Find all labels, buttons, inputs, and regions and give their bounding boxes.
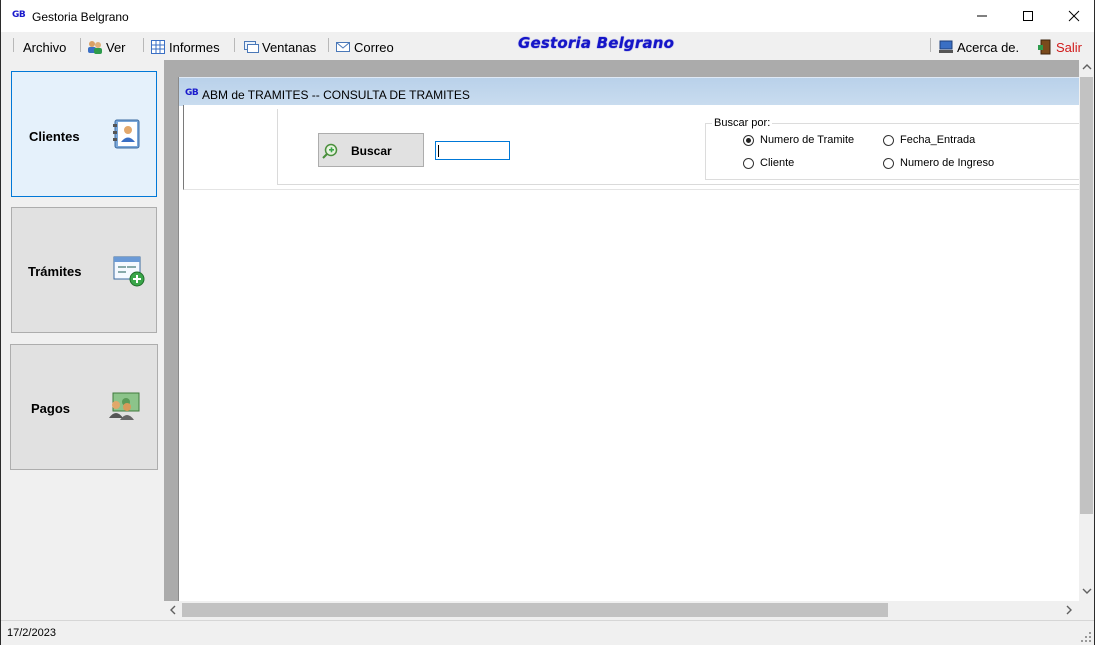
title-bar[interactable]: GB Gestoria Belgrano [1, 0, 1094, 32]
child-content: Buscar Buscar por: Numero de Tramite Fec… [183, 105, 1084, 604]
menu-archivo-label: Archivo [23, 39, 67, 55]
left-nav-panel: Clientes Trámites Pagos [1, 60, 164, 620]
address-book-icon [111, 118, 143, 153]
search-strip: Buscar Buscar por: Numero de Tramite Fec… [183, 105, 1084, 190]
child-window-title: ABM de TRAMITES -- CONSULTA DE TRAMITES [202, 88, 470, 102]
radio-checked-icon [743, 134, 754, 146]
form-add-icon [112, 254, 146, 291]
menu-separator [80, 38, 81, 52]
mdi-workspace: GB ABM de TRAMITES -- CONSULTA DE TRAMIT… [164, 60, 1094, 620]
vertical-scrollbar[interactable] [1079, 60, 1094, 605]
exit-door-icon [1037, 39, 1053, 55]
envelope-icon [335, 39, 351, 55]
radio-numero-tramite[interactable]: Numero de Tramite [743, 134, 854, 146]
search-input[interactable] [435, 141, 510, 160]
main-window: GB Gestoria Belgrano Archivo Ver Informe… [0, 0, 1095, 645]
nav-tramites-button[interactable]: Trámites [11, 207, 157, 333]
maximize-button[interactable] [1005, 0, 1051, 32]
menu-ver[interactable]: Ver [87, 38, 126, 56]
search-add-icon [321, 142, 339, 163]
menu-informes-label: Informes [169, 39, 220, 55]
close-button[interactable] [1051, 0, 1095, 32]
close-icon [1068, 10, 1080, 22]
buscar-button-label: Buscar [351, 144, 392, 158]
radio-fecha-entrada[interactable]: Fecha_Entrada [883, 134, 975, 146]
windows-icon [243, 39, 259, 55]
menu-separator [234, 38, 235, 52]
child-window-tramites: GB ABM de TRAMITES -- CONSULTA DE TRAMIT… [178, 77, 1084, 604]
window-title: Gestoria Belgrano [32, 10, 129, 24]
scroll-down-icon[interactable] [1082, 586, 1092, 599]
buscar-button[interactable]: Buscar [318, 133, 424, 167]
menu-acerca[interactable]: Acerca de. [938, 38, 1019, 56]
radio-unchecked-icon [883, 134, 894, 146]
nav-tramites-label: Trámites [28, 264, 82, 279]
menu-ventanas-label: Ventanas [262, 39, 317, 55]
menu-correo-label: Correo [354, 39, 394, 55]
brand-title: Gestoria Belgrano [518, 34, 675, 52]
scroll-left-icon[interactable] [168, 605, 178, 618]
radio-cliente[interactable]: Cliente [743, 157, 794, 169]
scroll-right-icon[interactable] [1064, 605, 1074, 618]
radio-cliente-label: Cliente [760, 157, 795, 169]
nav-clientes-button[interactable]: Clientes [11, 71, 157, 197]
child-logo-icon: GB [185, 88, 199, 98]
nav-pagos-button[interactable]: Pagos [10, 344, 158, 470]
maximize-icon [1023, 11, 1033, 21]
menu-separator [930, 38, 931, 52]
buscar-por-group: Buscar por: Numero de Tramite Fecha_Entr… [705, 117, 1084, 180]
radio-unchecked-icon [743, 157, 754, 169]
computer-icon [938, 39, 954, 55]
nav-pagos-label: Pagos [31, 401, 71, 416]
payments-icon [107, 391, 141, 426]
radio-unchecked-icon [883, 157, 894, 169]
menu-separator [143, 38, 144, 52]
status-date: 17/2/2023 [7, 627, 56, 639]
radio-numero-tramite-label: Numero de Tramite [760, 134, 855, 146]
menu-correo[interactable]: Correo [335, 38, 394, 56]
menu-salir[interactable]: Salir [1037, 38, 1082, 56]
menu-acerca-label: Acerca de. [957, 39, 1020, 55]
menu-archivo[interactable]: Archivo [23, 38, 66, 56]
horizontal-scrollbar[interactable] [164, 601, 1094, 620]
horizontal-scroll-thumb[interactable] [182, 603, 888, 617]
radio-fecha-entrada-label: Fecha_Entrada [900, 134, 976, 146]
scroll-up-icon[interactable] [1082, 62, 1092, 75]
menu-ventanas[interactable]: Ventanas [243, 38, 316, 56]
child-title-bar[interactable]: GB ABM de TRAMITES -- CONSULTA DE TRAMIT… [179, 77, 1081, 106]
radio-numero-ingreso[interactable]: Numero de Ingreso [883, 157, 994, 169]
menu-ver-label: Ver [106, 39, 126, 55]
nav-clientes-label: Clientes [29, 129, 80, 144]
users-icon [87, 39, 103, 55]
vertical-scroll-thumb[interactable] [1080, 77, 1093, 514]
buscar-por-label: Buscar por: [712, 117, 773, 129]
report-grid-icon [150, 39, 166, 55]
minimize-icon [977, 15, 987, 17]
radio-numero-ingreso-label: Numero de Ingreso [900, 157, 995, 169]
search-panel: Buscar Buscar por: Numero de Tramite Fec… [277, 109, 1084, 185]
app-logo-icon: GB [12, 10, 26, 20]
minimize-button[interactable] [959, 0, 1005, 32]
resize-grip-icon[interactable] [1081, 632, 1091, 642]
menu-salir-label: Salir [1056, 39, 1083, 55]
menu-informes[interactable]: Informes [150, 38, 220, 56]
status-bar: 17/2/2023 [1, 620, 1094, 645]
menu-separator [13, 38, 14, 52]
menu-separator [328, 38, 329, 52]
